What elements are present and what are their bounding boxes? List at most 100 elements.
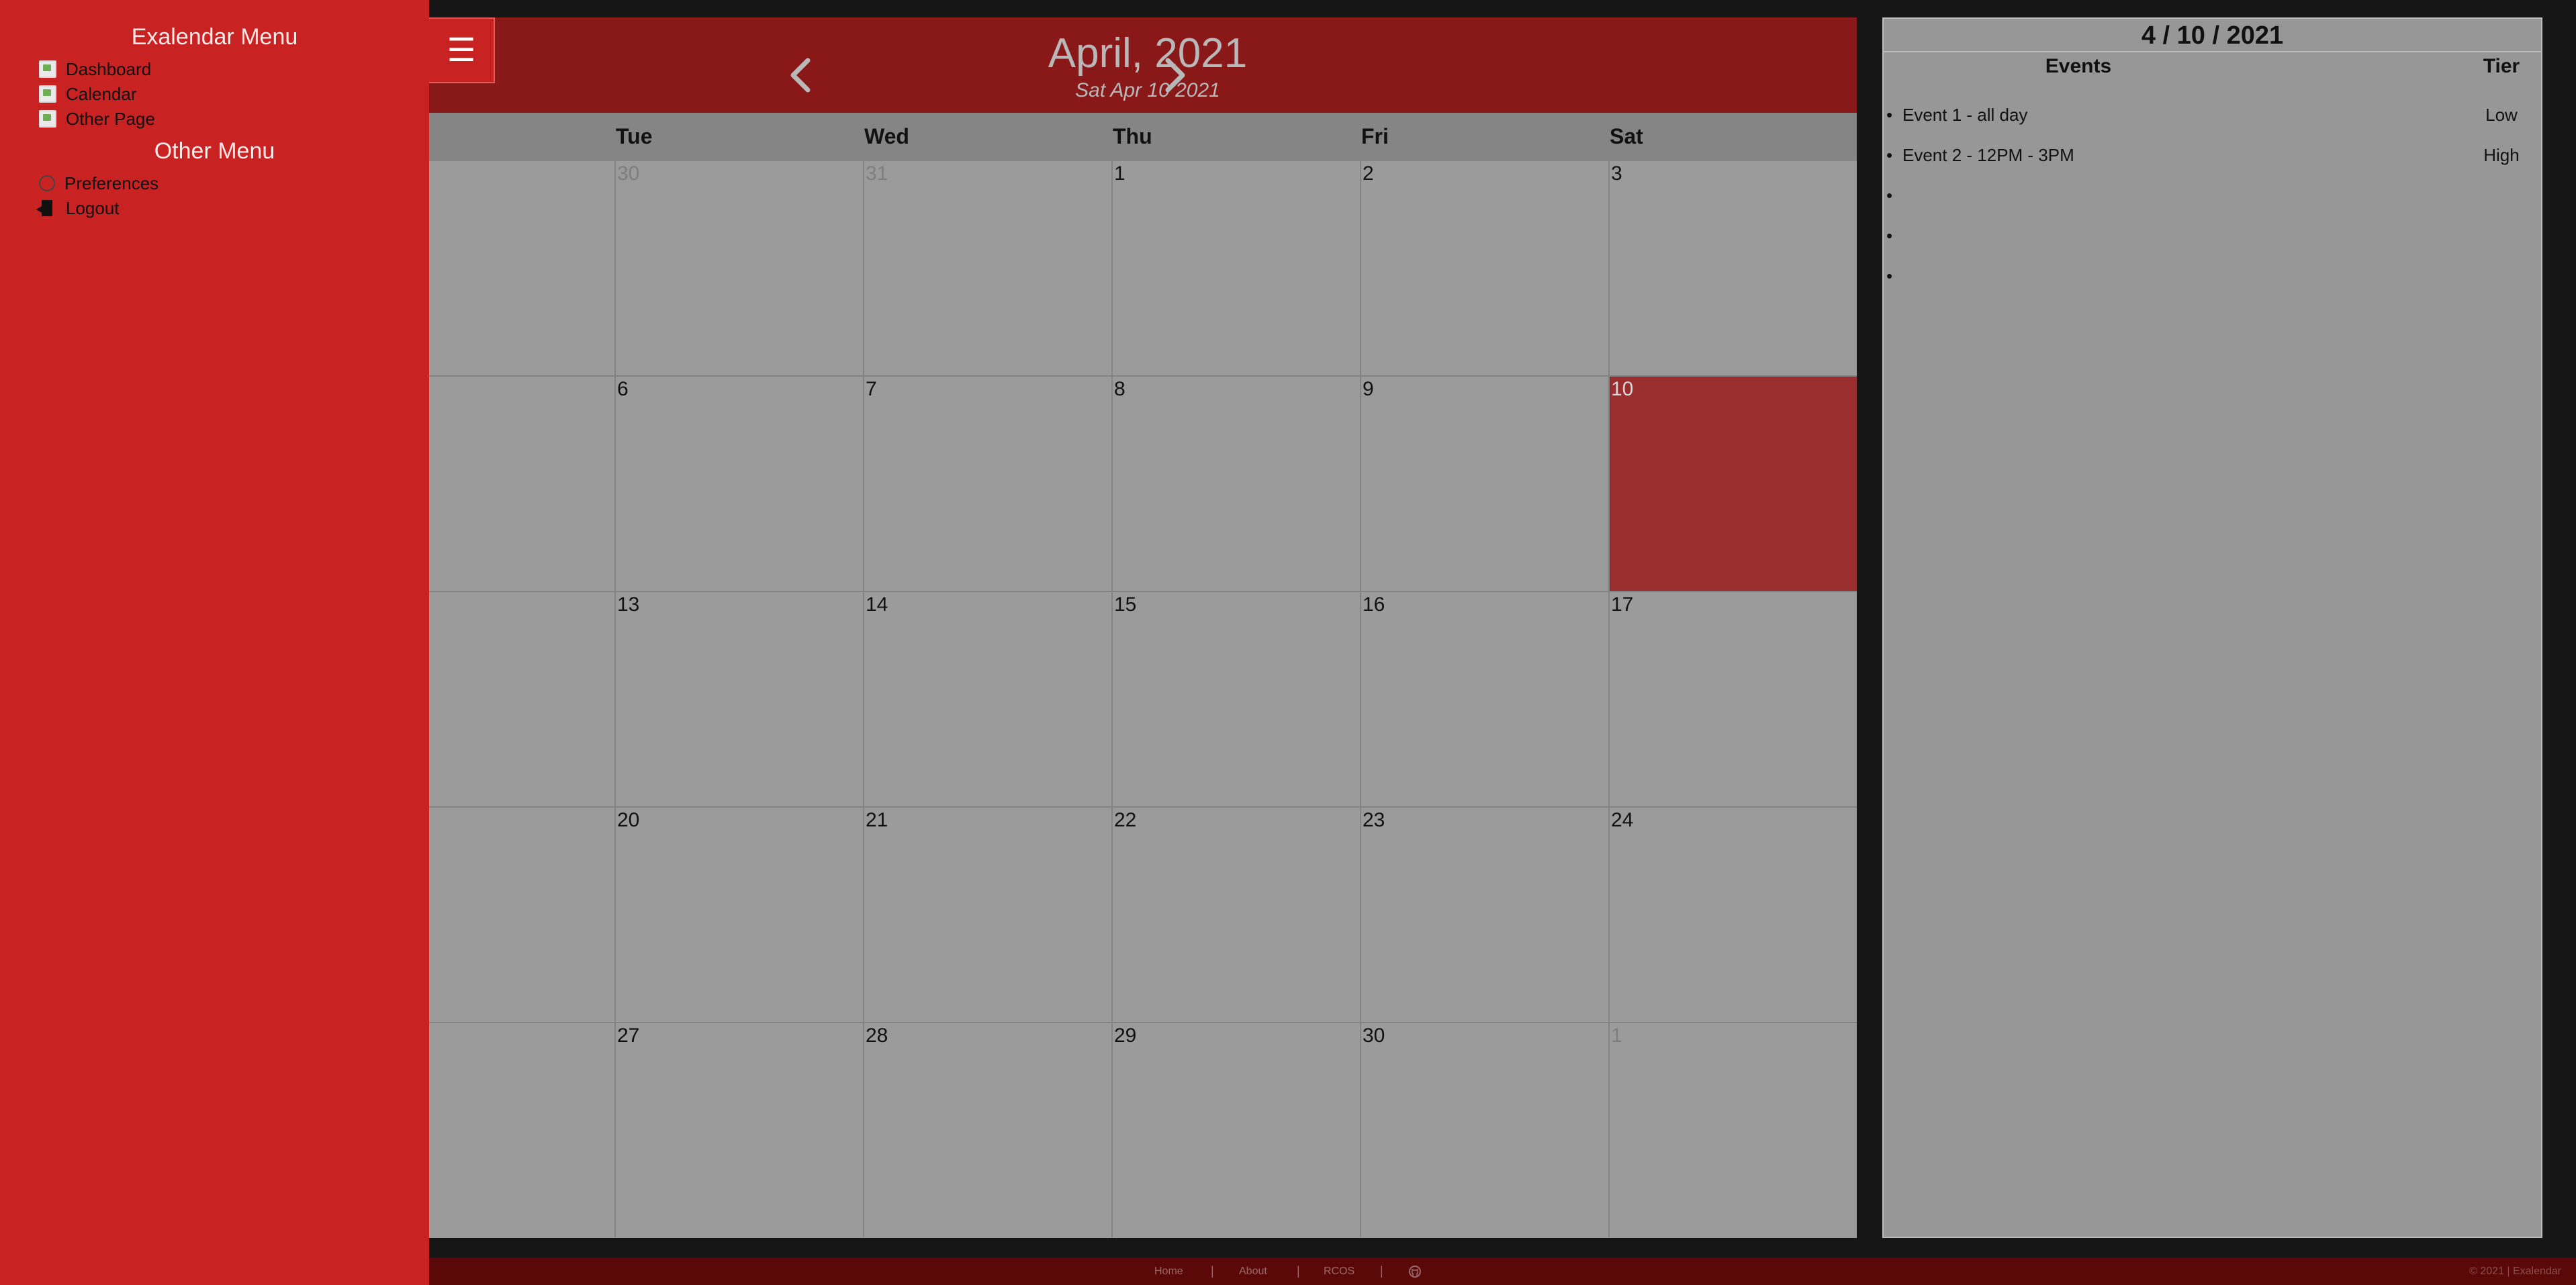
selected-date-label: Sat Apr 10 2021 [1075,79,1220,101]
sidebar: Exalendar Menu Dashboard Calendar Other … [0,0,429,1285]
day-number: 30 [617,162,640,185]
day-number: 13 [617,593,640,616]
day-number: 24 [1611,809,1634,831]
day-cell[interactable]: 24 [1608,806,1857,1022]
day-cell[interactable]: 20 [614,806,863,1022]
bullet-icon: • [1886,185,1893,205]
chevron-left-icon [790,58,811,93]
day-number: 1 [1611,1025,1622,1047]
footer-link-home[interactable]: Home [1154,1257,1183,1285]
day-cell[interactable]: 22 [1111,806,1360,1022]
day-number: 23 [1363,809,1385,831]
day-number: 29 [1114,1025,1137,1047]
menu-toggle-button[interactable]: ☰ [429,17,495,83]
day-number: 14 [866,593,888,616]
day-cell[interactable]: 9 [1360,375,1608,591]
day-cell[interactable]: 28 [863,1022,1111,1237]
broken-image-icon [39,85,56,103]
day-cell-partial[interactable] [429,591,614,806]
day-cell[interactable]: 1 [1111,160,1360,375]
logout-door-icon [36,199,56,217]
day-cell[interactable]: 3 [1608,160,1857,375]
weekday-header-row: Tue Wed Thu Fri Sat [429,113,1857,160]
tier-column-header: Tier [2483,55,2520,77]
day-cell-partial[interactable] [429,806,614,1022]
day-cell[interactable]: 14 [863,591,1111,806]
day-number: 20 [617,809,640,831]
footer-separator: | [1211,1264,1214,1278]
details-date: 4 / 10 / 2021 [1884,19,2541,52]
day-cell[interactable]: 1 [1608,1022,1857,1237]
event-tier: High [2483,145,2520,165]
day-cell-partial[interactable] [429,375,614,591]
day-cell-partial[interactable] [429,160,614,375]
bullet-icon: • [1886,105,1893,125]
next-month-button[interactable] [1156,48,1196,102]
events-column-header: Events [2045,55,2112,77]
day-cell[interactable]: 23 [1360,806,1608,1022]
day-number: 17 [1611,593,1634,616]
event-name: Event 1 - all day [1902,105,2028,125]
day-cell[interactable]: 30 [1360,1022,1608,1237]
footer-link-rcos[interactable]: RCOS [1324,1257,1354,1285]
broken-image-icon [39,110,56,128]
broken-image-icon [39,60,56,78]
weekday-label: Sat [1610,124,1643,148]
sidebar-title: Exalendar Menu [131,24,298,50]
sidebar-item-label: Dashboard [66,58,152,79]
event-name: Event 2 - 12PM - 3PM [1902,145,2074,165]
event-row[interactable]: • Event 2 - 12PM - 3PM High [1884,142,2541,169]
day-cell[interactable]: 13 [614,591,863,806]
circle-icon [39,175,55,191]
sidebar-item-dashboard[interactable]: Dashboard [39,58,151,81]
event-row[interactable]: • [1884,223,2541,250]
day-number: 6 [617,378,629,400]
hamburger-icon: ☰ [447,33,476,68]
day-number: 30 [1363,1025,1385,1047]
day-number: 1 [1114,162,1125,185]
sidebar-item-preferences[interactable]: Preferences [39,172,158,195]
day-cell[interactable]: 15 [1111,591,1360,806]
github-icon[interactable] [1408,1265,1422,1278]
event-row[interactable]: • [1884,263,2541,290]
footer-separator: | [1297,1264,1300,1278]
event-row[interactable]: • Event 1 - all day Low [1884,102,2541,129]
day-number: 27 [617,1025,640,1047]
sidebar-item-label: Logout [66,197,120,218]
day-number: 7 [866,378,877,400]
day-cell[interactable]: 7 [863,375,1111,591]
day-cell[interactable]: 16 [1360,591,1608,806]
month-title: April, 2021 [1048,30,1248,77]
day-cell[interactable]: 29 [1111,1022,1360,1237]
day-cell-partial[interactable] [429,1022,614,1237]
event-tier: Low [2485,105,2518,125]
sidebar-item-logout[interactable]: Logout [36,197,120,220]
sidebar-item-calendar[interactable]: Calendar [39,83,137,105]
day-cell[interactable]: 2 [1360,160,1608,375]
day-cell[interactable]: 27 [614,1022,863,1237]
day-details-panel: 4 / 10 / 2021 Events Tier • Event 1 - all… [1882,17,2542,1238]
bullet-icon: • [1886,226,1893,246]
day-number: 28 [866,1025,888,1047]
weekday-label: Thu [1113,124,1152,148]
day-cell[interactable]: 30 [614,160,863,375]
day-cell[interactable]: 31 [863,160,1111,375]
sidebar-item-other-page[interactable]: Other Page [39,107,155,130]
day-cell[interactable]: 8 [1111,375,1360,591]
previous-month-button[interactable] [780,48,820,102]
day-cell[interactable]: 6 [614,375,863,591]
event-row[interactable]: • [1884,183,2541,209]
bullet-icon: • [1886,266,1893,286]
sidebar-item-label: Calendar [66,83,137,104]
footer: Home | About | RCOS | © 2021 | Exalendar [429,1257,2576,1285]
weekday-label: Fri [1361,124,1389,148]
footer-separator: | [1380,1264,1383,1278]
day-number: 8 [1114,378,1125,400]
calendar: April, 2021 Sat Apr 10 2021 ☰ Tue Wed Thu F… [429,17,1857,1238]
bullet-icon: • [1886,145,1893,165]
day-cell[interactable]: 21 [863,806,1111,1022]
sidebar-item-label: Preferences [64,173,159,193]
day-cell[interactable]: 17 [1608,591,1857,806]
day-cell-selected[interactable]: 10 [1608,375,1857,591]
footer-link-about[interactable]: About [1239,1257,1267,1285]
